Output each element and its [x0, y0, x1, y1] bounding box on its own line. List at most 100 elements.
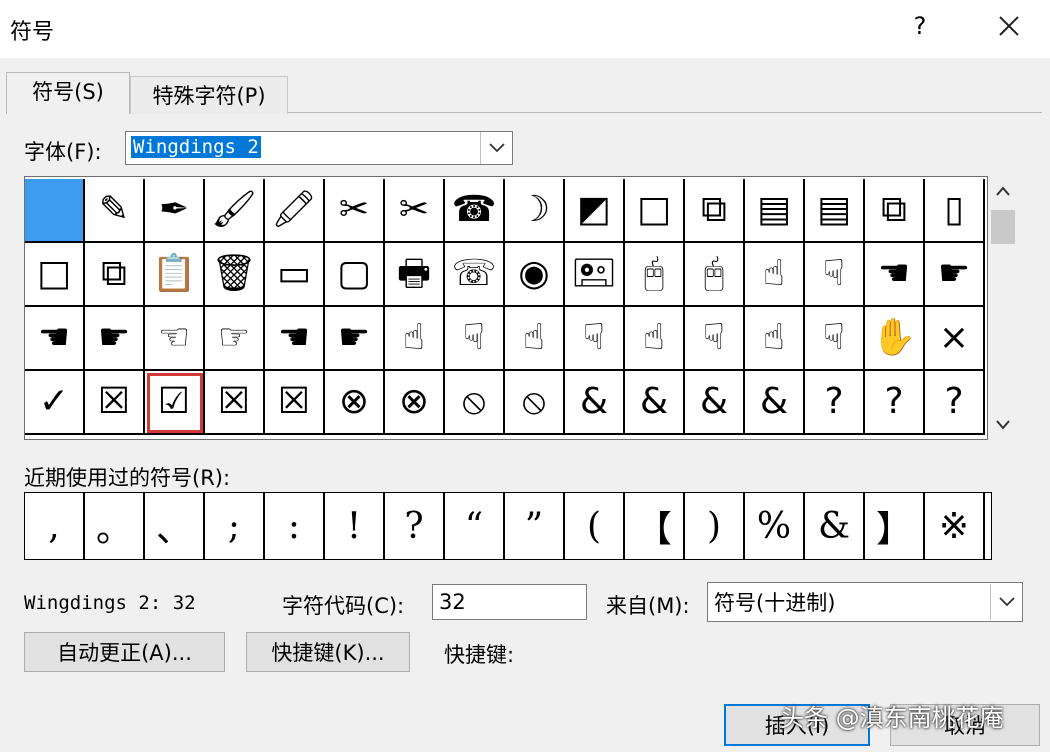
symbol-cell[interactable]: 🖍 [265, 179, 325, 243]
symbol-cell[interactable]: ☒ [205, 371, 265, 435]
scrollbar-thumb[interactable] [991, 210, 1015, 244]
recent-symbol-cell[interactable]: 、 [145, 493, 205, 559]
recent-symbol-cell[interactable]: ” [505, 493, 565, 559]
recent-symbol-cell[interactable]: “ [445, 493, 505, 559]
symbol-cell[interactable]: & [745, 371, 805, 435]
recent-symbol-cell[interactable]: 【 [625, 493, 685, 559]
symbol-cell[interactable]: ☛ [925, 243, 985, 307]
symbol-cell[interactable]: × [925, 307, 985, 371]
symbol-cell[interactable]: ⊗ [385, 371, 445, 435]
symbol-cell[interactable]: ☝ [745, 243, 805, 307]
font-value: Wingdings 2 [131, 136, 261, 158]
symbol-cell[interactable]: 🖰 [625, 243, 685, 307]
symbol-cell[interactable]: & [685, 371, 745, 435]
symbol-cell[interactable]: ☒ [85, 371, 145, 435]
symbol-cell[interactable]: ☟ [685, 307, 745, 371]
symbol-cell[interactable]: ▭ [265, 243, 325, 307]
font-code-text: Wingdings 2: 32 [24, 592, 196, 614]
symbol-cell[interactable]: ☟ [805, 243, 865, 307]
symbol-cell[interactable]: ⊗ [325, 371, 385, 435]
recent-symbol-cell[interactable]: & [805, 493, 865, 559]
symbol-cell[interactable]: ▢ [325, 243, 385, 307]
recent-symbol-cell[interactable]: % [745, 493, 805, 559]
symbol-cell[interactable] [25, 179, 85, 243]
symbol-cell[interactable]: ☝ [745, 307, 805, 371]
symbol-cell[interactable]: ☚ [865, 243, 925, 307]
symbol-cell[interactable]: ▯ [925, 179, 985, 243]
symbol-cell[interactable]: ☝ [385, 307, 445, 371]
symbol-cell[interactable]: & [625, 371, 685, 435]
symbol-cell[interactable]: ✓ [25, 371, 85, 435]
symbol-cell[interactable]: ☜ [145, 307, 205, 371]
symbol-cell[interactable]: ✋ [865, 307, 925, 371]
symbol-cell[interactable]: & [565, 371, 625, 435]
symbol-cell[interactable]: ☝ [625, 307, 685, 371]
close-icon [999, 16, 1019, 36]
symbol-cell[interactable]: 🗑 [205, 243, 265, 307]
scroll-down-icon[interactable] [988, 410, 1018, 440]
symbol-cell[interactable]: ⧉ [85, 243, 145, 307]
symbol-cell[interactable]: ⦸ [445, 371, 505, 435]
symbol-cell[interactable]: ☟ [445, 307, 505, 371]
recent-symbol-cell[interactable]: : [265, 493, 325, 559]
recent-symbol-cell[interactable]: ※ [925, 493, 985, 559]
chevron-down-icon [998, 597, 1015, 607]
from-dropdown-button[interactable] [990, 584, 1022, 620]
symbol-cell[interactable]: ☟ [565, 307, 625, 371]
symbol-cell[interactable]: ▤ [805, 179, 865, 243]
recent-symbol-cell[interactable]: ; [205, 493, 265, 559]
symbol-cell[interactable]: ☝ [505, 307, 565, 371]
symbol-cell[interactable]: 📋 [145, 243, 205, 307]
symbol-cell[interactable]: ✂ [385, 179, 445, 243]
recent-symbol-cell[interactable]: 。 [85, 493, 145, 559]
symbol-cell[interactable]: ⧉ [685, 179, 745, 243]
symbol-cell[interactable]: 🖰 [685, 243, 745, 307]
recent-symbol-cell[interactable]: ) [685, 493, 745, 559]
symbol-cell[interactable]: ? [865, 371, 925, 435]
help-button[interactable]: ? [908, 12, 932, 40]
symbol-cell[interactable]: □ [625, 179, 685, 243]
symbol-cell[interactable]: ☚ [265, 307, 325, 371]
tab-special-characters[interactable]: 特殊字符(P) [130, 76, 288, 114]
symbol-cell[interactable]: 🖭 [565, 243, 625, 307]
symbol-cell[interactable]: ◉ [505, 243, 565, 307]
recent-symbol-cell[interactable]: ! [325, 493, 385, 559]
tab-symbols[interactable]: 符号(S) [6, 72, 130, 114]
recent-symbols-row: ,。、;:!? “”(【)% &】 ※ [24, 492, 992, 560]
symbol-cell[interactable]: ☽ [505, 179, 565, 243]
recent-symbol-cell[interactable]: ? [385, 493, 445, 559]
title-bar [0, 0, 1050, 58]
recent-symbol-cell[interactable]: ( [565, 493, 625, 559]
symbol-cell[interactable]: ☛ [85, 307, 145, 371]
dialog-title: 符号 [10, 20, 55, 45]
symbol-cell[interactable]: ✂ [325, 179, 385, 243]
shortcut-key-button[interactable]: 快捷键(K)... [246, 632, 410, 672]
symbol-cell[interactable]: ☟ [805, 307, 865, 371]
from-select[interactable]: 符号(十进制) [707, 582, 1023, 622]
autocorrect-button[interactable]: 自动更正(A)... [24, 632, 225, 672]
symbol-cell[interactable]: ◩ [565, 179, 625, 243]
symbol-cell[interactable]: 🖌 [205, 179, 265, 243]
symbol-cell[interactable]: ✎ [85, 179, 145, 243]
font-dropdown-button[interactable] [480, 132, 512, 164]
symbol-cell[interactable]: 🖶 [385, 243, 445, 307]
symbol-cell[interactable]: ☞ [205, 307, 265, 371]
symbol-cell[interactable]: ⦸ [505, 371, 565, 435]
symbol-cell[interactable]: ▤ [745, 179, 805, 243]
recent-symbol-cell[interactable]: , [25, 493, 85, 559]
recent-symbol-cell[interactable]: 】 [865, 493, 925, 559]
symbol-cell[interactable]: ⧉ [865, 179, 925, 243]
symbol-cell[interactable]: ☛ [325, 307, 385, 371]
symbol-cell[interactable]: ☎ [445, 179, 505, 243]
symbol-cell[interactable]: ☚ [25, 307, 85, 371]
close-button[interactable] [994, 10, 1024, 44]
symbol-cell[interactable]: ☏ [445, 243, 505, 307]
symbol-cell[interactable]: ? [925, 371, 985, 435]
symbol-cell[interactable]: ☒ [265, 371, 325, 435]
char-code-input[interactable]: 32 [432, 584, 587, 620]
symbol-cell[interactable]: ? [805, 371, 865, 435]
scroll-up-icon[interactable] [988, 176, 1018, 206]
symbol-cell[interactable]: ☑ [145, 371, 205, 435]
symbol-cell[interactable]: ✒ [145, 179, 205, 243]
symbol-cell[interactable]: □ [25, 243, 85, 307]
